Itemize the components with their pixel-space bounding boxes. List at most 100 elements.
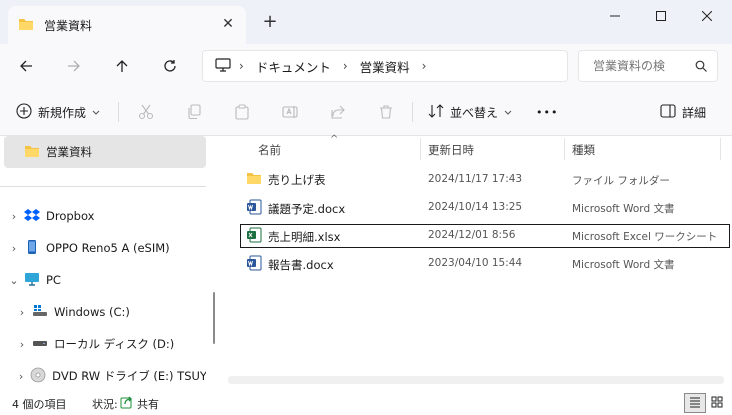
breadcrumb-documents[interactable]: ドキュメント	[256, 57, 331, 76]
search-icon[interactable]	[695, 60, 707, 75]
sidebar-item-label: OPPO Reno5 A (eSIM)	[46, 241, 170, 255]
tiles-view-button[interactable]	[706, 393, 728, 413]
dropbox-icon	[24, 208, 40, 225]
up-arrow-icon[interactable]	[110, 54, 134, 78]
sidebar-item-current[interactable]: 営業資料	[4, 136, 206, 168]
sidebar-item-c-drive[interactable]: › Windows (C:)	[4, 296, 206, 328]
chevron-right-icon[interactable]: ›	[4, 210, 24, 223]
file-name: 売り上げ表	[268, 172, 326, 187]
sort-button-label: 並べ替え	[450, 105, 499, 120]
dvd-icon	[30, 367, 46, 386]
delete-icon[interactable]	[378, 100, 394, 124]
column-type[interactable]: 種類	[572, 142, 595, 158]
breadcrumb-current[interactable]: 営業資料	[360, 57, 410, 76]
file-type: Microsoft Word 文書	[572, 203, 675, 215]
sidebar-item-dropbox[interactable]: › Dropbox	[4, 200, 206, 232]
list-view-icon	[689, 396, 701, 411]
sidebar-item-label: PC	[46, 273, 61, 287]
command-bar: 新規作成 並べ替え ••• 詳細	[0, 88, 732, 136]
new-tab-button[interactable]: +	[262, 13, 278, 31]
file-date: 2024/12/01 8:56	[428, 229, 516, 241]
file-type: Microsoft Excel ワークシート	[572, 231, 718, 243]
file-name: 議題予定.docx	[268, 201, 346, 216]
chevron-down-icon	[504, 105, 512, 119]
title-bar: 営業資料 ✕ +	[0, 0, 732, 44]
sidebar-item-label: 営業資料	[46, 145, 92, 159]
chevron-right-icon[interactable]: ›	[12, 338, 32, 351]
new-button[interactable]: 新規作成	[16, 100, 100, 124]
sidebar-item-dvd[interactable]: › DVD RW ドライブ (E:) TSUYAK	[4, 360, 206, 392]
file-list: ^ 名前 更新日時 種類 売り上げ表 2024/11/17 17:43 ファイル…	[222, 134, 732, 392]
sidebar-item-label: Dropbox	[46, 209, 95, 223]
file-type: ファイル フォルダー	[572, 175, 670, 187]
details-pane-label: 詳細	[682, 105, 707, 120]
copy-icon[interactable]	[186, 100, 202, 124]
monitor-icon[interactable]	[215, 57, 231, 75]
column-divider[interactable]	[564, 138, 565, 160]
drive-icon	[32, 336, 48, 353]
share-icon[interactable]	[330, 100, 346, 124]
details-view-button[interactable]	[684, 393, 706, 413]
item-count: 4 個の項目	[12, 398, 67, 411]
maximize-button[interactable]	[638, 6, 684, 26]
chevron-down-icon[interactable]: ⌄	[4, 274, 24, 287]
column-divider[interactable]	[420, 138, 421, 160]
sidebar-item-pc[interactable]: ⌄ PC	[4, 264, 206, 296]
file-name: 報告書.docx	[268, 257, 334, 272]
back-arrow-icon[interactable]	[14, 54, 38, 78]
cut-icon[interactable]	[138, 100, 154, 124]
breadcrumb-separator[interactable]: ›	[239, 59, 244, 73]
column-header: ^ 名前 更新日時 種類	[222, 134, 732, 164]
toolbar-divider	[118, 102, 119, 122]
folder-icon	[246, 171, 262, 188]
table-row[interactable]: 報告書.docx 2023/04/10 15:44 Microsoft Word…	[240, 252, 730, 276]
sidebar-item-label: DVD RW ドライブ (E:) TSUYAK	[52, 369, 206, 383]
breadcrumb-separator[interactable]: ›	[422, 59, 427, 73]
word-icon	[246, 255, 262, 274]
search-input[interactable]	[593, 59, 687, 73]
sidebar-item-phone[interactable]: › OPPO Reno5 A (eSIM)	[4, 232, 206, 264]
file-date: 2024/10/14 13:25	[428, 201, 523, 213]
file-type: Microsoft Word 文書	[572, 259, 675, 271]
column-divider[interactable]	[720, 138, 721, 160]
file-date: 2024/11/17 17:43	[428, 173, 523, 185]
close-tab-icon[interactable]: ✕	[220, 16, 236, 32]
chevron-right-icon[interactable]: ›	[12, 370, 30, 383]
details-pane-button[interactable]: 詳細	[660, 100, 706, 124]
plus-circle-icon	[16, 102, 32, 122]
column-name[interactable]: 名前	[258, 142, 281, 158]
sort-button[interactable]: 並べ替え	[428, 100, 512, 124]
breadcrumb-separator[interactable]: ›	[343, 59, 348, 73]
sidebar-item-label: ローカル ディスク (D:)	[54, 337, 175, 351]
close-window-button[interactable]	[684, 6, 730, 26]
paste-icon[interactable]	[234, 100, 250, 124]
chevron-down-icon	[92, 105, 100, 119]
file-date: 2023/04/10 15:44	[428, 257, 523, 269]
forward-arrow-icon[interactable]	[62, 54, 86, 78]
sort-ascending-icon: ^	[330, 134, 339, 145]
minimize-button[interactable]	[592, 6, 638, 26]
table-row[interactable]: 売り上げ表 2024/11/17 17:43 ファイル フォルダー	[240, 168, 730, 192]
toolbar-divider	[412, 102, 413, 122]
search-box[interactable]	[578, 50, 718, 82]
sidebar-item-d-drive[interactable]: › ローカル ディスク (D:)	[4, 328, 206, 360]
table-row[interactable]: 売上明細.xlsx 2024/12/01 8:56 Microsoft Exce…	[240, 224, 730, 248]
chevron-right-icon[interactable]: ›	[12, 306, 32, 319]
sidebar-scrollbar[interactable]	[213, 292, 215, 344]
chevron-right-icon[interactable]: ›	[4, 242, 24, 255]
address-bar: › ドキュメント › 営業資料 ›	[0, 44, 732, 88]
column-date[interactable]: 更新日時	[428, 142, 474, 158]
horizontal-scrollbar[interactable]	[228, 376, 724, 384]
shared-label: 共有	[137, 398, 159, 411]
breadcrumb[interactable]: › ドキュメント › 営業資料 ›	[202, 50, 568, 82]
status-bar: 4 個の項目 状況: 共有	[0, 392, 732, 415]
tab-active[interactable]: 営業資料 ✕	[8, 6, 246, 44]
folder-icon	[24, 144, 40, 161]
table-row[interactable]: 議題予定.docx 2024/10/14 13:25 Microsoft Wor…	[240, 196, 730, 220]
tab-title: 営業資料	[44, 18, 93, 33]
file-name: 売上明細.xlsx	[268, 229, 341, 244]
new-button-label: 新規作成	[38, 105, 87, 120]
refresh-icon[interactable]	[158, 54, 182, 78]
more-options-button[interactable]: •••	[536, 100, 558, 124]
rename-icon[interactable]	[282, 100, 298, 124]
